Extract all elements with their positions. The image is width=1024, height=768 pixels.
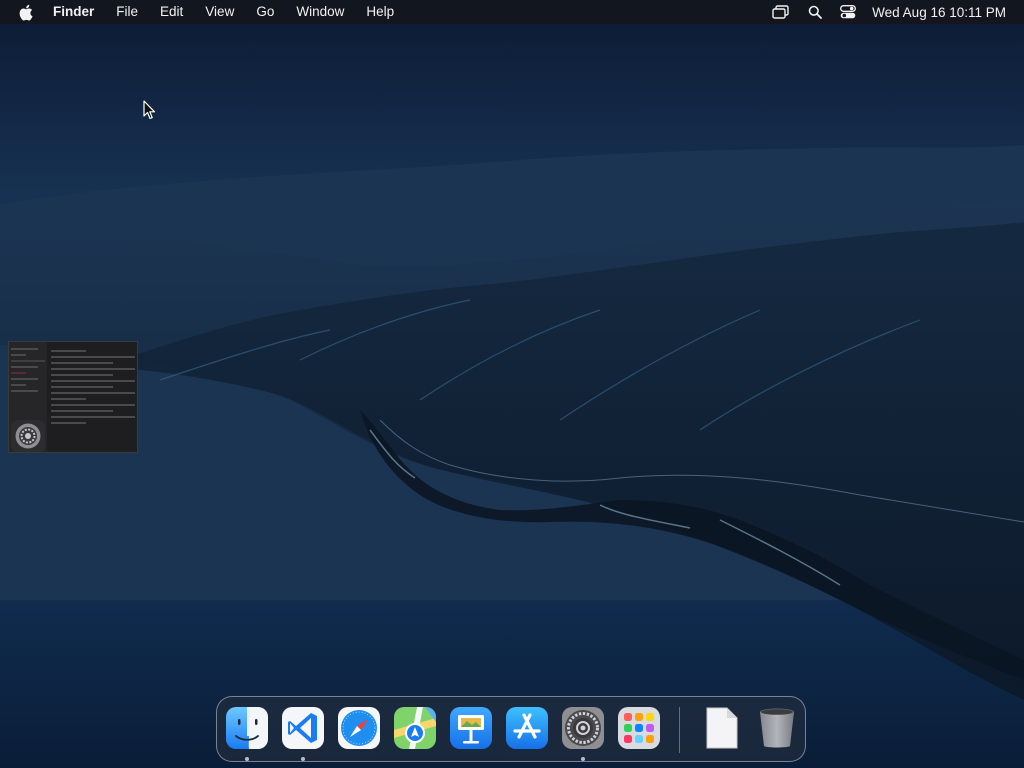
menu-view[interactable]: View <box>205 0 234 24</box>
dock-keynote-icon[interactable] <box>449 706 493 750</box>
running-indicator <box>581 757 585 761</box>
desktop[interactable]: Finder File Edit View Go Window Help Wed… <box>0 0 1024 768</box>
dock-launchpad-icon[interactable] <box>617 706 661 750</box>
menu-edit[interactable]: Edit <box>160 0 183 24</box>
menu-finder[interactable]: Finder <box>53 0 94 24</box>
apple-menu-icon[interactable] <box>18 3 34 21</box>
window-thumbnail[interactable] <box>8 341 138 453</box>
dock-system-settings-icon[interactable] <box>561 706 605 750</box>
menu-bar-clock[interactable]: Wed Aug 16 10:11 PM <box>872 5 1006 20</box>
dock-finder-icon[interactable] <box>225 706 269 750</box>
menu-bar: Finder File Edit View Go Window Help Wed… <box>0 0 1024 24</box>
dock-maps-icon[interactable] <box>393 706 437 750</box>
dock <box>216 696 806 762</box>
spotlight-search-icon[interactable] <box>808 5 823 19</box>
dock-app-store-icon[interactable] <box>505 706 549 750</box>
control-center-icon[interactable] <box>840 5 857 19</box>
mouse-cursor-icon <box>143 100 156 120</box>
dock-safari-icon[interactable] <box>337 706 381 750</box>
dock-document-icon[interactable] <box>699 706 743 750</box>
system-settings-badge-icon <box>11 420 45 452</box>
menu-file[interactable]: File <box>116 0 138 24</box>
menu-help[interactable]: Help <box>366 0 394 24</box>
thumbnail-content <box>49 346 137 428</box>
menu-window[interactable]: Window <box>296 0 344 24</box>
dock-trash-icon[interactable] <box>755 706 799 750</box>
running-indicator <box>245 757 249 761</box>
menu-go[interactable]: Go <box>256 0 274 24</box>
dock-divider <box>679 707 680 753</box>
running-indicator <box>301 757 305 761</box>
dock-vscode-icon[interactable] <box>281 706 325 750</box>
screen-mirroring-icon[interactable] <box>772 5 790 19</box>
